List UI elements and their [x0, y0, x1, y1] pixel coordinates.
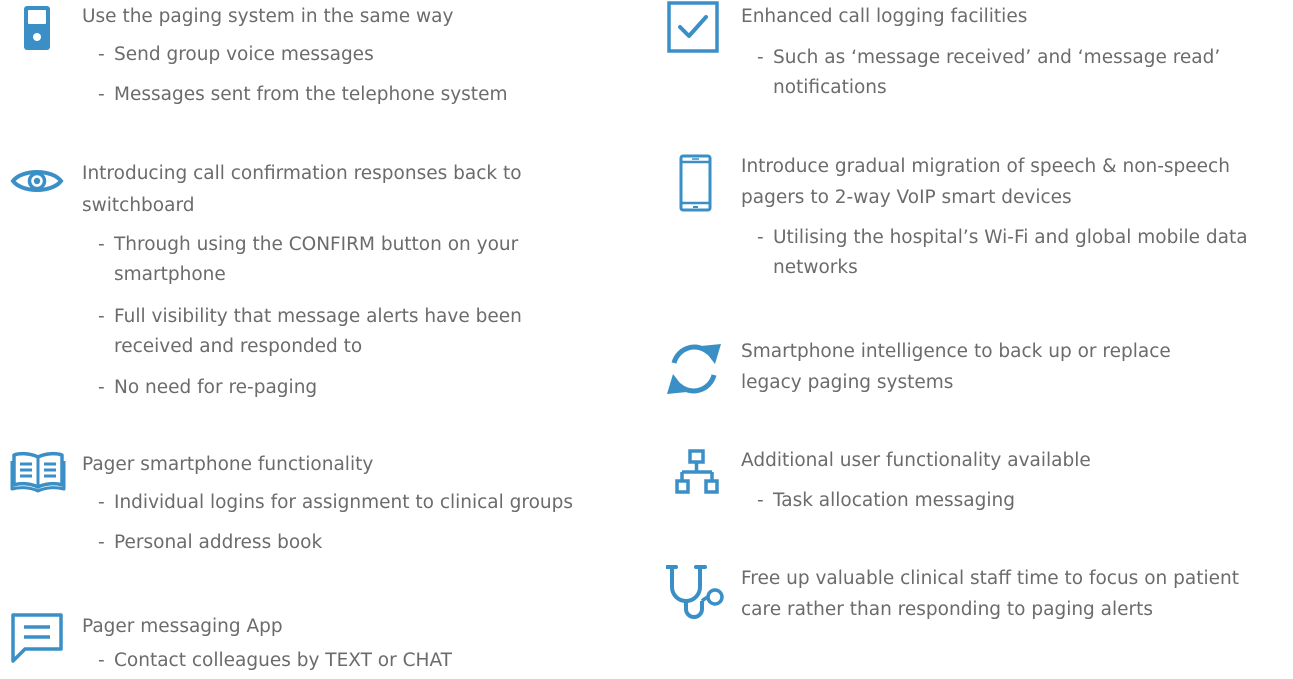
feature-title: Enhanced call logging facilities: [741, 6, 1028, 27]
feature-title-line: Free up valuable clinical staff time to …: [741, 568, 1239, 589]
feature-point: - Task allocation messaging: [757, 490, 1015, 511]
feature-point: - Personal address book: [98, 532, 323, 553]
feature-title: Pager smartphone functionality: [82, 454, 374, 475]
feature-title-line: legacy paging systems: [741, 372, 954, 393]
feature-title-line: pagers to 2-way VoIP smart devices: [741, 187, 1072, 208]
feature-title-line: care rather than responding to paging al…: [741, 599, 1154, 620]
feature-point: - Messages sent from the telephone syste…: [98, 84, 508, 105]
feature-title: Additional user functionality available: [741, 450, 1091, 471]
pager-icon: [24, 6, 50, 50]
feature-point: - Full visibility that message alerts ha…: [98, 306, 522, 357]
feature-title-line: Smartphone intelligence to back up or re…: [741, 341, 1171, 362]
network-icon: [675, 449, 719, 495]
feature-title: Use the paging system in the same way: [82, 6, 454, 27]
feature-point: - Contact colleagues by TEXT or CHAT: [98, 650, 452, 671]
smartphone-icon: [679, 154, 712, 212]
sync-icon: [665, 340, 723, 398]
chat-bubble-icon: [10, 612, 64, 664]
feature-point: - Individual logins for assignment to cl…: [98, 492, 574, 513]
feature-title-line: switchboard: [82, 195, 195, 216]
feature-point: - Such as ‘message received’ and ‘messag…: [757, 47, 1221, 98]
feature-title-line: Introducing call confirmation responses …: [82, 163, 522, 184]
feature-title: Pager messaging App: [82, 616, 283, 637]
feature-point: - Send group voice messages: [98, 44, 374, 65]
stethoscope-icon: [666, 565, 726, 619]
book-icon: [10, 451, 66, 493]
feature-point: - Utilising the hospital’s Wi-Fi and glo…: [757, 227, 1248, 278]
feature-title-line: Introduce gradual migration of speech & …: [741, 156, 1230, 177]
feature-point: - No need for re-paging: [98, 377, 318, 398]
eye-icon: [10, 166, 64, 196]
feature-point: - Through using the CONFIRM button on yo…: [98, 234, 519, 285]
checkbox-icon: [667, 1, 719, 53]
